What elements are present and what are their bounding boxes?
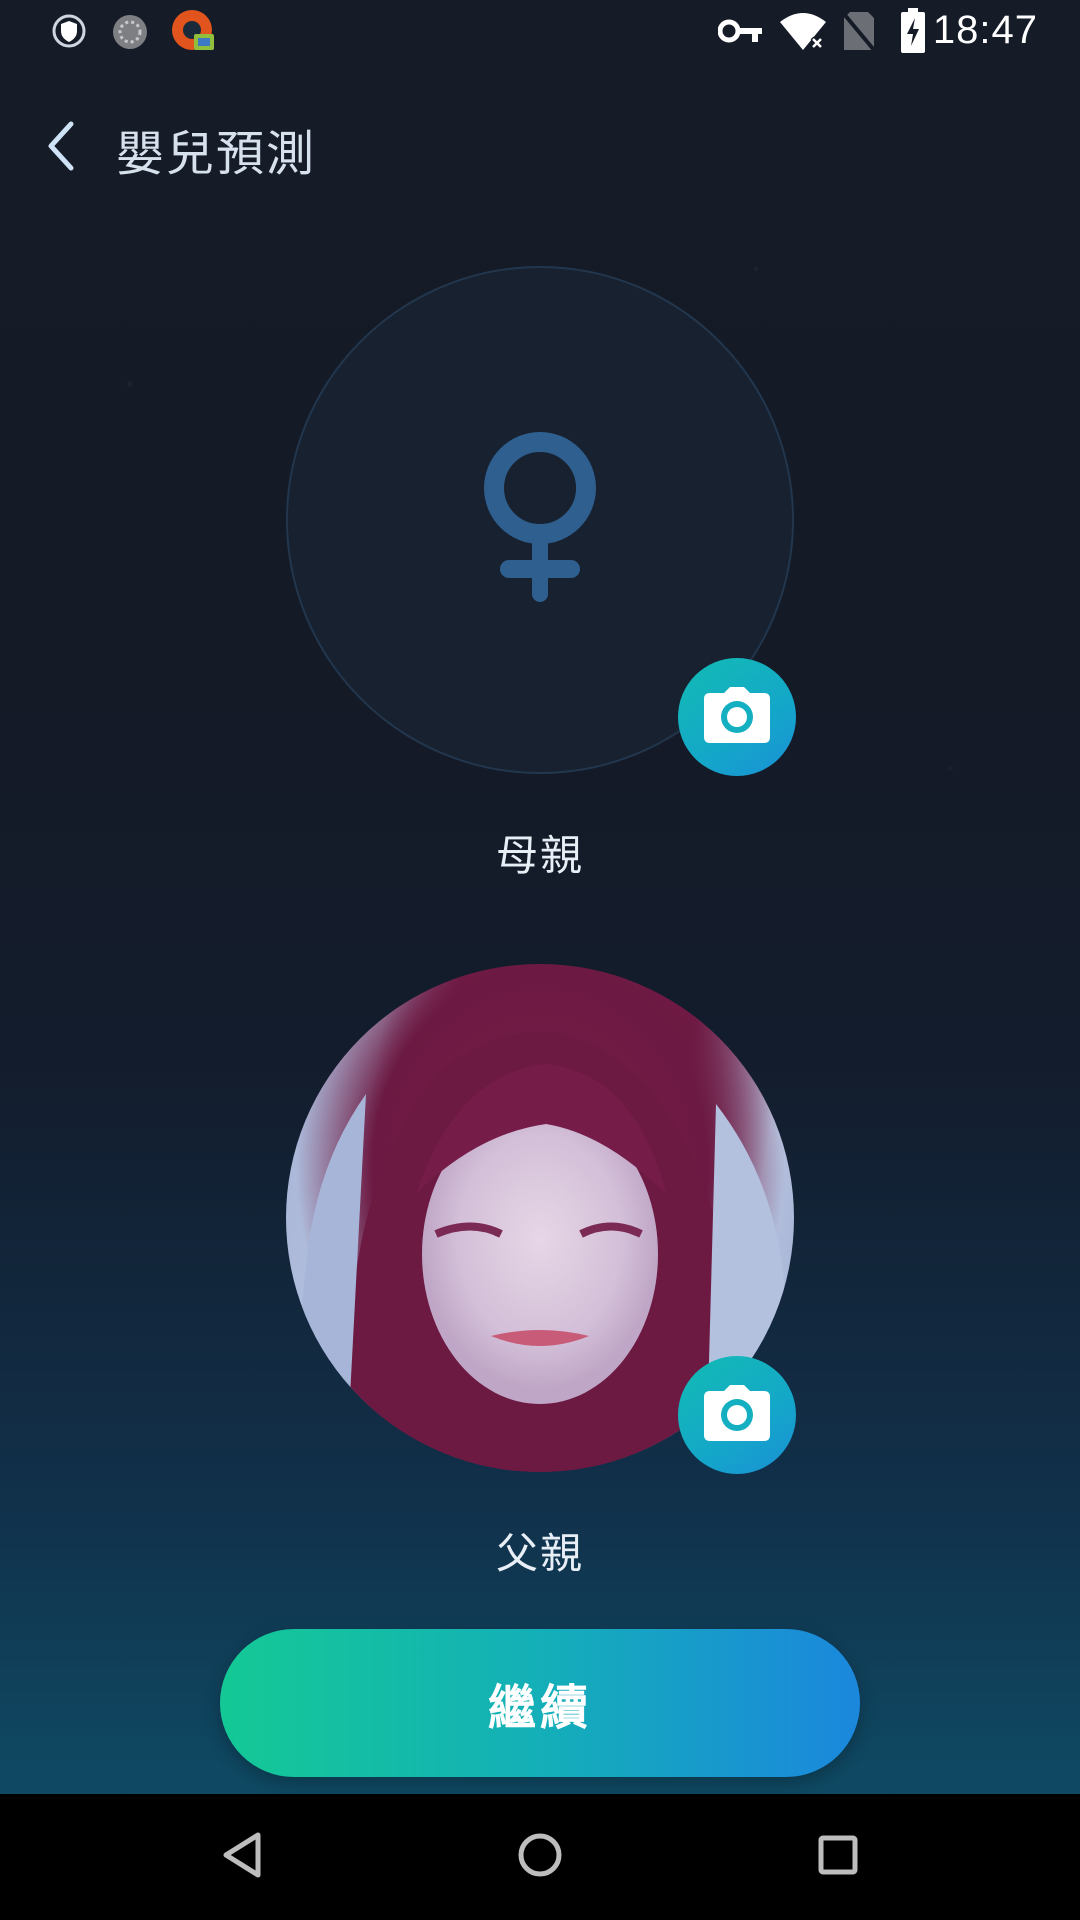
no-sim-icon [842, 10, 876, 56]
nav-back-button[interactable] [212, 1827, 272, 1887]
navigation-bar [0, 1794, 1080, 1920]
camera-icon [704, 1385, 770, 1445]
baby-prediction-screen: 18:47 嬰兒預測 母親 父親 繼續 [0, 0, 1080, 1920]
page-title: 嬰兒預測 [116, 126, 317, 182]
father-label: 父親 [495, 1529, 584, 1578]
battery-charging-icon [900, 8, 926, 58]
camera-icon [704, 687, 770, 747]
mother-photo-slot[interactable] [286, 266, 796, 776]
father-photo-slot[interactable] [286, 964, 796, 1474]
father-camera-button[interactable] [678, 1356, 796, 1474]
square-recents-icon [816, 1833, 860, 1881]
vpn-key-icon [717, 16, 764, 50]
nav-home-button[interactable] [510, 1827, 570, 1887]
nav-recents-button[interactable] [808, 1827, 868, 1887]
mother-label: 母親 [495, 831, 584, 880]
female-symbol-icon [480, 430, 600, 610]
triangle-back-icon [220, 1831, 264, 1883]
app-icon [170, 8, 218, 60]
wifi-icon [778, 12, 828, 56]
back-button[interactable] [30, 112, 90, 184]
continue-button[interactable]: 繼續 [220, 1629, 860, 1777]
loading-icon [110, 12, 150, 56]
status-time: 18:47 [932, 8, 1038, 52]
shield-icon [52, 12, 86, 54]
circle-home-icon [516, 1831, 564, 1883]
mother-camera-button[interactable] [678, 658, 796, 776]
status-bar: 18:47 [0, 0, 1080, 64]
chevron-left-icon [43, 120, 77, 176]
